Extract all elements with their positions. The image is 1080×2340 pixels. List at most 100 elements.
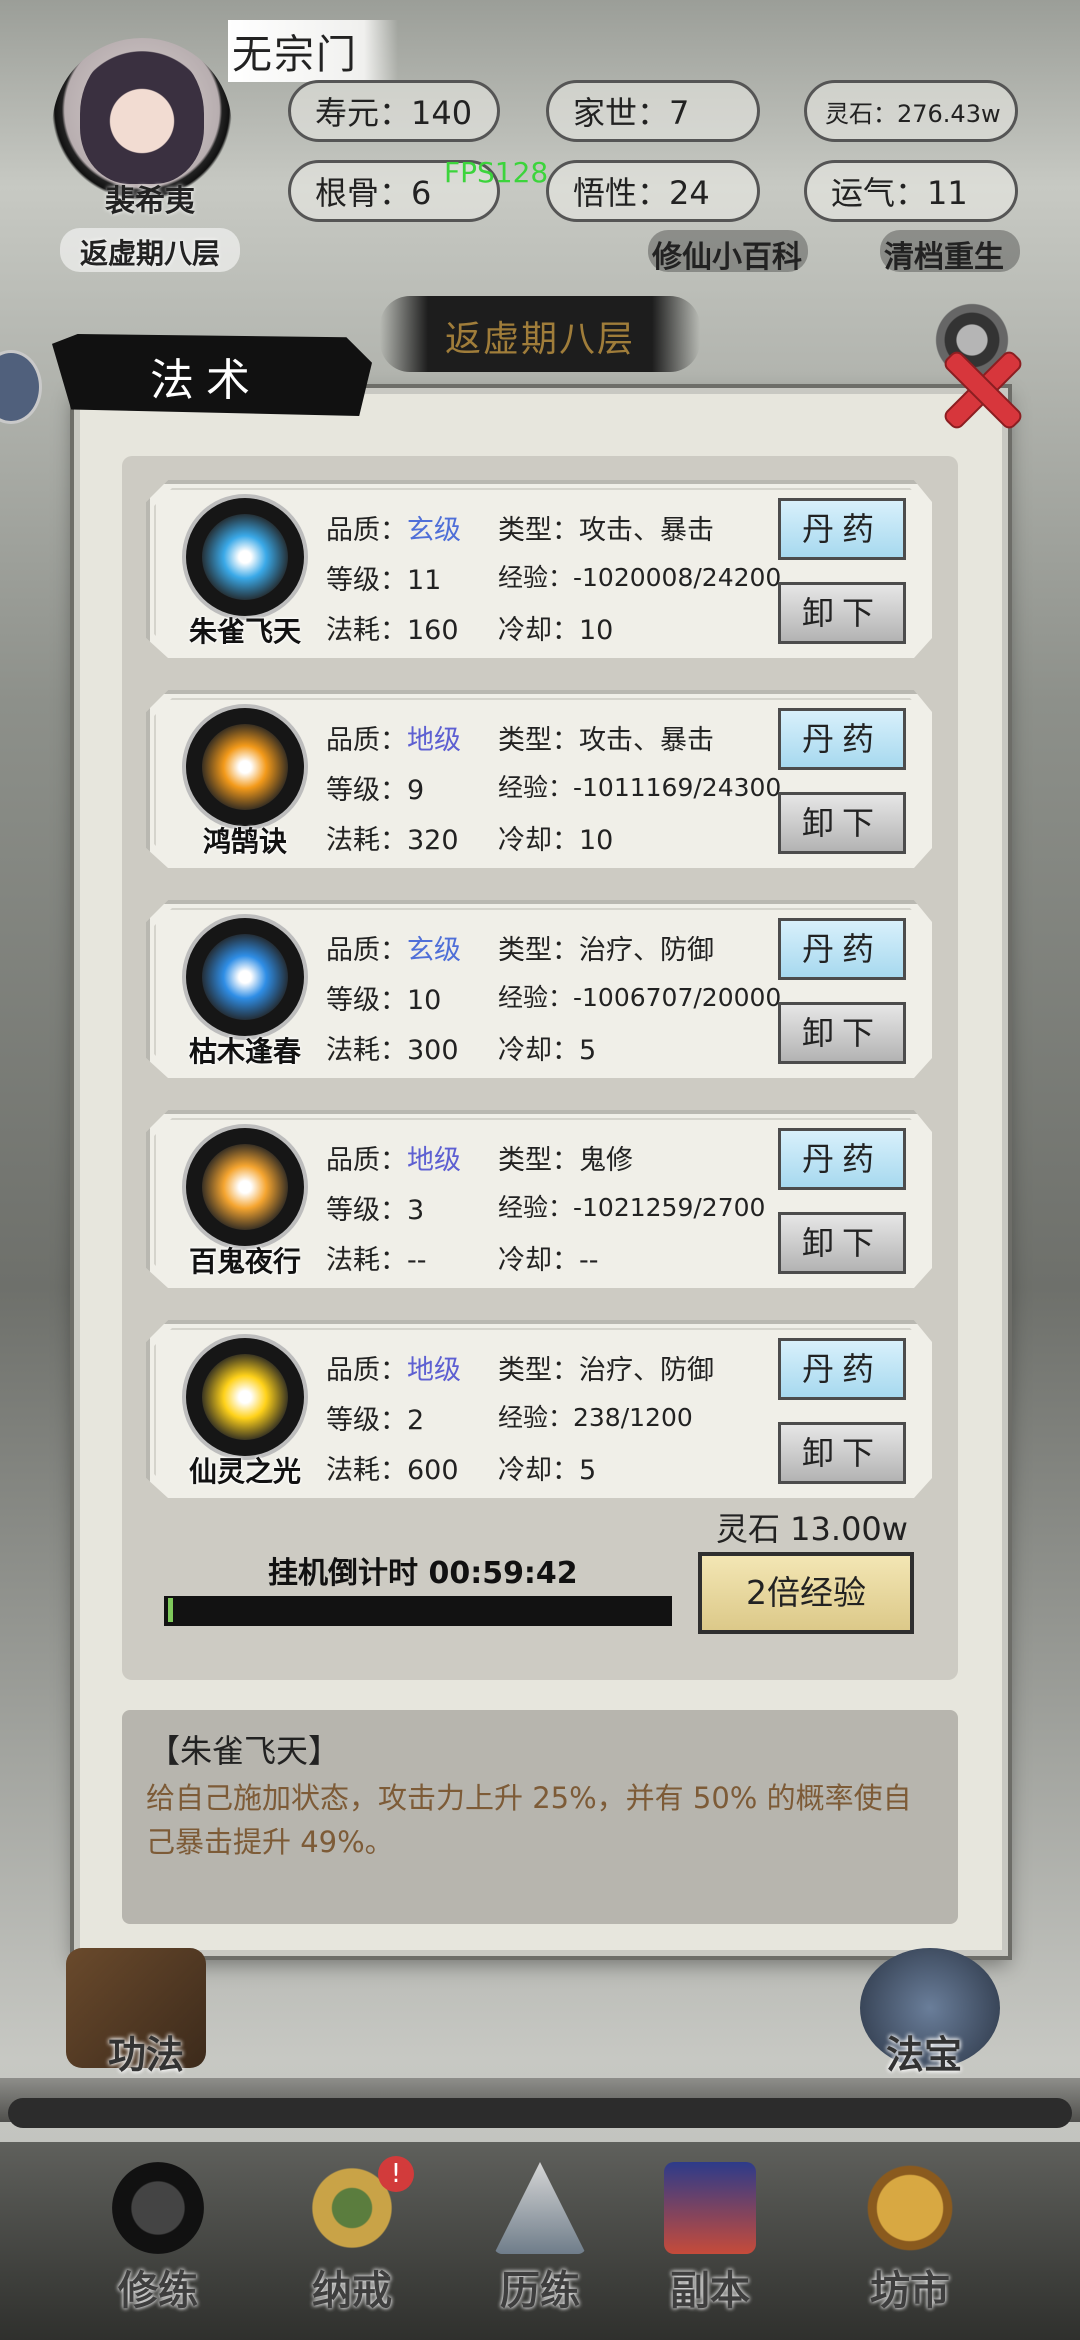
realm-banner-text: 返虚期八层 (444, 319, 635, 360)
pill-button[interactable]: 丹药 (778, 918, 906, 980)
skill-cost: 法耗：600 (326, 1455, 459, 1486)
skill-icon (186, 918, 304, 1036)
skill-type: 类型：攻击、暴击 (498, 515, 714, 546)
skill-icon (186, 708, 304, 826)
skill-level: 等级：10 (326, 985, 442, 1016)
skill-icon (186, 1128, 304, 1246)
unequip-button[interactable]: 卸下 (778, 582, 906, 644)
pill-button[interactable]: 丹药 (778, 708, 906, 770)
quality-label: 品质： (326, 515, 407, 546)
skill-cooldown: 冷却：5 (498, 1035, 597, 1066)
skill-quality: 品质：玄级 (326, 928, 461, 967)
unequip-button[interactable]: 卸下 (778, 1422, 906, 1484)
nav-dungeon[interactable]: 副本 (620, 2150, 800, 2340)
skill-level: 等级：9 (326, 775, 425, 806)
pill-button[interactable]: 丹药 (778, 1338, 906, 1400)
sect-name: 无宗门 (228, 20, 398, 82)
skill-exp: 经验：-1006707/20000 (498, 983, 782, 1012)
skill-level: 等级：2 (326, 1405, 425, 1436)
skill-exp: 经验：238/1200 (498, 1403, 693, 1432)
skill-cooldown: 冷却：5 (498, 1455, 597, 1486)
skill-icon (186, 498, 304, 616)
skill-name: 百鬼夜行 (188, 1245, 301, 1278)
skill-level: 等级：11 (326, 565, 442, 596)
skill-exp: 经验：-1020008/24200 (498, 563, 782, 592)
skill-quality: 品质：玄级 (326, 508, 461, 547)
skill-cooldown: 冷却：10 (498, 615, 614, 646)
dialog-title: 法术 (150, 355, 262, 406)
quality-label: 品质： (326, 935, 407, 966)
avatar-name: 裴希夷 (105, 184, 195, 219)
skill-type: 类型：治疗、防御 (498, 935, 714, 966)
nav-label: 坊市 (870, 2268, 950, 2314)
nav-cultivate[interactable]: 修练 (68, 2150, 248, 2340)
skill-quality: 品质：地级 (326, 1138, 461, 1177)
nav-adventure[interactable]: 历练 (450, 2150, 630, 2340)
unequip-button[interactable]: 卸下 (778, 1002, 906, 1064)
quality-label: 品质： (326, 1355, 407, 1386)
side-button-left[interactable]: 功法 (108, 2024, 184, 2079)
notification-badge: ! (378, 2156, 414, 2192)
nav-market[interactable]: 坊市 (820, 2150, 1000, 2340)
skill-icon (186, 1338, 304, 1456)
realm-label: 返虚期八层 (79, 237, 220, 270)
scroll-rail-inner (8, 2098, 1072, 2128)
encyclopedia-link[interactable]: 修仙小百科 (652, 232, 802, 276)
skill-name: 鸿鹄诀 (202, 825, 287, 858)
quality-value: 玄级 (407, 515, 461, 546)
nav-label: 历练 (500, 2268, 580, 2314)
skill-cost: 法耗：-- (326, 1245, 427, 1276)
nav-ring[interactable]: 纳戒 (262, 2150, 442, 2340)
skill-type: 类型：鬼修 (498, 1145, 633, 1176)
idle-countdown: 挂机倒计时 00:59:42 (268, 1556, 578, 1591)
pill-button[interactable]: 丹药 (778, 498, 906, 560)
unequip-button[interactable]: 卸下 (778, 792, 906, 854)
mountain-icon (494, 2162, 586, 2254)
quality-label: 品质： (326, 725, 407, 756)
pill-button[interactable]: 丹药 (778, 1128, 906, 1190)
skill-cooldown: 冷却：-- (498, 1245, 599, 1276)
skill-cost: 法耗：160 (326, 615, 459, 646)
skill-quality: 品质：地级 (326, 1348, 461, 1387)
double-exp-button[interactable]: 2倍经验 (698, 1552, 914, 1634)
skill-type: 类型：治疗、防御 (498, 1355, 714, 1386)
left-edge-button[interactable] (0, 350, 42, 424)
quality-value: 地级 (407, 1145, 461, 1176)
unequip-button[interactable]: 卸下 (778, 1212, 906, 1274)
skill-level: 等级：3 (326, 1195, 425, 1226)
quality-label: 品质： (326, 1145, 407, 1176)
skill-name: 朱雀飞天 (188, 615, 301, 648)
nav-label: 副本 (670, 2268, 750, 2314)
avatar-portrait (80, 44, 204, 184)
skill-cost: 法耗：300 (326, 1035, 459, 1066)
nav-label: 纳戒 (312, 2268, 392, 2314)
skill-cost: 法耗：320 (326, 825, 459, 856)
close-icon[interactable] (938, 346, 1024, 432)
side-button-right[interactable]: 法宝 (886, 2024, 962, 2079)
skill-name: 枯木逢春 (188, 1035, 301, 1068)
stat-insight: 悟性：24 (546, 160, 760, 222)
skill-type: 类型：攻击、暴击 (498, 725, 714, 756)
idle-progress-fill (168, 1598, 173, 1622)
pagoda-icon (664, 2162, 756, 2254)
cauldron-icon (864, 2162, 956, 2254)
skill-exp: 经验：-1011169/24300 (498, 773, 782, 802)
fps-counter: FPS128 (444, 156, 549, 189)
quality-value: 地级 (407, 1355, 461, 1386)
nav-label: 修练 (118, 2268, 198, 2314)
stat-family: 家世：7 (546, 80, 760, 142)
skill-name: 仙灵之光 (188, 1455, 301, 1488)
stat-spirit-stone: 灵石：276.43w (804, 80, 1018, 142)
stat-lifespan: 寿元：140 (288, 80, 500, 142)
idle-progress-bar (164, 1596, 672, 1626)
skill-cooldown: 冷却：10 (498, 825, 614, 856)
yin-yang-icon (112, 2162, 204, 2254)
description-title: 【朱雀飞天】 (148, 1732, 341, 1770)
reset-link[interactable]: 清档重生 (884, 232, 1004, 276)
quality-value: 玄级 (407, 935, 461, 966)
stat-luck: 运气：11 (804, 160, 1018, 222)
skill-quality: 品质：地级 (326, 718, 461, 757)
quality-value: 地级 (407, 725, 461, 756)
description-text: 给自己施加状态，攻击力上升 25%，并有 50% 的概率使自己暴击提升 49%。 (146, 1781, 912, 1859)
skill-exp: 经验：-1021259/2700 (498, 1193, 766, 1222)
